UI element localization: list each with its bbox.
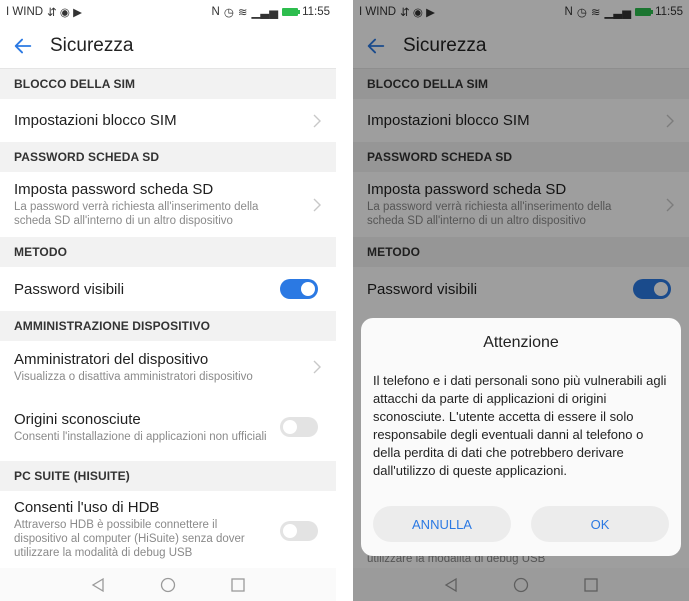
toggle-knob [283,524,297,538]
ok-button[interactable]: OK [531,506,669,542]
page-title: Sicurezza [50,35,134,56]
item-subtitle: La password verrà richiesta all'inserime… [14,201,259,227]
signal-icon: ▁▃▅ [251,7,279,19]
sim-lock-settings-item[interactable]: Impostazioni blocco SIM [0,99,336,142]
nav-recents-icon[interactable] [231,577,245,592]
alarm-icon: ◷ [223,7,234,19]
section-header-sd: PASSWORD SCHEDA SD [0,142,336,172]
nav-home-icon[interactable] [160,577,176,593]
nfc-icon: N [211,6,220,18]
chevron-right-icon [313,360,321,374]
settings-screen: I WIND ⇵ ◉ ▶ N ◷ ≋ ▁▃▅ 11:55 Sicurezza B… [0,0,336,601]
password-visible-toggle[interactable] [280,279,318,299]
notification-icons: ⇵ ◉ ▶ [47,7,82,19]
hdb-toggle[interactable] [280,521,318,541]
toggle-knob [301,282,315,296]
cancel-button[interactable]: ANNULLA [373,506,511,542]
nav-back-icon[interactable] [91,577,105,593]
clock: 11:55 [302,6,330,18]
item-title: Imposta password scheda SD [14,181,214,198]
item-subtitle: Attraverso HDB è possibile connettere il… [14,519,245,559]
section-header-metodo: METODO [0,237,336,267]
section-header-sim: BLOCCO DELLA SIM [0,69,336,99]
password-visible-item[interactable]: Password visibili [0,267,336,311]
dialog-message: Il telefono e i dati personali sono più … [373,373,667,478]
dialog-title: Attenzione [483,334,559,351]
warning-dialog: Attenzione Il telefono e i dati personal… [361,318,681,556]
item-title: Amministratori del dispositivo [14,350,209,368]
item-title: Password visibili [14,280,125,298]
unknown-sources-toggle[interactable] [280,417,318,437]
dialog-buttons: ANNULLA OK [373,506,669,542]
item-subtitle: Visualizza o disattiva amministratori di… [14,370,253,383]
chevron-right-icon [313,198,321,211]
battery-icon [282,8,301,16]
device-admins-item[interactable]: Amministratori del dispositivo Visualizz… [0,341,336,393]
settings-screen-with-dialog: I WIND ⇵ ◉ ▶ N ◷ ≋ ▁▃▅ 11:55 Sicurezza B… [353,0,689,601]
item-subtitle: Consenti l'installazione di applicazioni… [14,430,267,443]
sd-password-item[interactable]: Imposta password scheda SD La password v… [0,172,336,237]
item-title: Origini sconosciute [14,410,141,428]
navigation-bar [0,568,336,601]
carrier-label: I WIND [6,6,44,18]
item-title: Consenti l'uso di HDB [14,499,160,516]
chevron-right-icon [313,114,321,127]
back-arrow-icon[interactable] [12,35,34,57]
toggle-knob [283,420,297,434]
unknown-sources-item[interactable]: Origini sconosciute Consenti l'installaz… [0,393,336,461]
section-header-admin: AMMINISTRAZIONE DISPOSITIVO [0,311,336,341]
wifi-icon: ≋ [237,7,248,19]
section-header-pc-suite: PC SUITE (HISUITE) [0,461,336,491]
item-title: Impostazioni blocco SIM [14,112,177,129]
hdb-item[interactable]: Consenti l'uso di HDB Attraverso HDB è p… [0,491,336,571]
status-bar: I WIND ⇵ ◉ ▶ N ◷ ≋ ▁▃▅ 11:55 [0,0,336,24]
app-bar: Sicurezza [0,24,336,69]
